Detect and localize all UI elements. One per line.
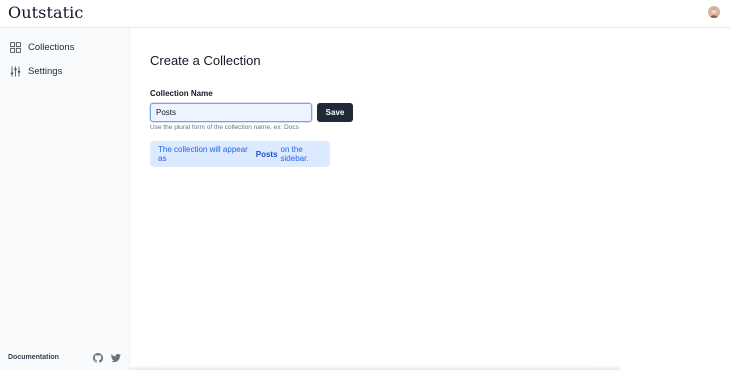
info-alert: The collection will appear as Posts on t… (150, 141, 330, 167)
sliders-icon (10, 66, 21, 76)
helper-text: Use the plural form of the collection na… (150, 124, 299, 131)
info-highlight: Posts (255, 149, 278, 159)
documentation-link[interactable]: Documentation (8, 354, 59, 361)
bottom-shadow (130, 364, 620, 370)
sidebar-item-settings[interactable]: Settings (10, 61, 62, 81)
sidebar-item-label: Settings (28, 65, 63, 77)
grid-icon (10, 41, 21, 53)
save-button[interactable]: Save (317, 103, 353, 122)
sidebar-item-collections[interactable]: Collections (10, 37, 74, 57)
avatar-icon (708, 6, 720, 18)
github-icon[interactable] (93, 353, 103, 363)
collection-name-input[interactable] (150, 103, 312, 122)
sidebar-item-label: Collections (28, 41, 75, 53)
sidebar: Collections Settings Documentation (0, 28, 130, 370)
page-title: Create a Collection (150, 53, 261, 68)
sidebar-footer: Documentation (0, 346, 130, 370)
collection-name-label: Collection Name (150, 89, 213, 98)
info-suffix: on the sidebar. (280, 145, 309, 163)
user-avatar[interactable] (708, 6, 720, 18)
twitter-icon[interactable] (111, 353, 121, 363)
app-logo[interactable]: Outstatic (8, 3, 83, 22)
main-content: Create a Collection Collection Name Save… (130, 28, 730, 370)
info-prefix: The collection will appear as (158, 145, 248, 163)
top-bar: Outstatic (0, 0, 730, 28)
